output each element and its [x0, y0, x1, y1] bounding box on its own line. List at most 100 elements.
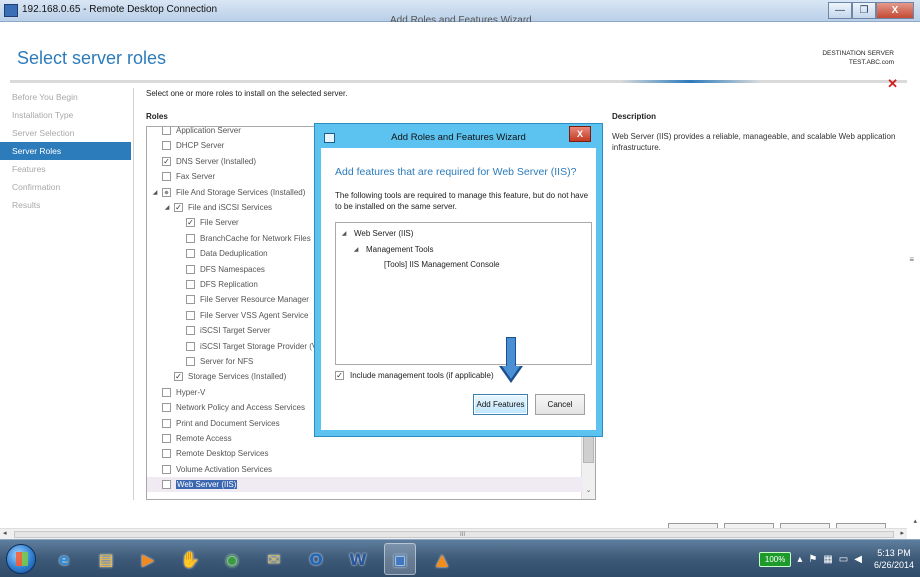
role-label: File and iSCSI Services — [188, 203, 273, 212]
remote-desktop-icon[interactable]: ▣ — [384, 543, 416, 575]
file-explorer-icon[interactable]: ▤ — [90, 543, 122, 575]
start-button[interactable] — [6, 544, 36, 574]
role-label: iSCSI Target Server — [200, 326, 271, 336]
role-checkbox[interactable] — [162, 172, 171, 182]
error-close-icon[interactable]: ✕ — [887, 76, 898, 92]
role-item[interactable]: Remote Desktop Services — [147, 446, 583, 461]
role-label: DFS Namespaces — [200, 264, 265, 274]
show-hidden-icons-icon[interactable]: ▴ — [797, 554, 802, 565]
role-checkbox[interactable] — [186, 233, 195, 243]
role-checkbox[interactable]: ✓ — [174, 372, 183, 382]
nav-item-server-roles[interactable]: Server Roles — [0, 142, 131, 160]
role-label: Print and Document Services — [176, 418, 280, 428]
role-checkbox[interactable] — [162, 387, 171, 397]
role-checkbox[interactable] — [162, 187, 171, 197]
role-label: Server for NFS — [200, 357, 254, 366]
chrome-icon[interactable]: ◉ — [216, 543, 248, 575]
role-checkbox[interactable] — [162, 418, 171, 428]
role-checkbox[interactable] — [186, 341, 195, 351]
role-checkbox[interactable] — [186, 357, 195, 366]
app-hand-icon[interactable]: ✋ — [174, 543, 206, 575]
nav-item-features[interactable]: Features — [0, 160, 131, 178]
outlook-icon[interactable]: O — [300, 543, 332, 575]
word-icon[interactable]: W — [342, 543, 374, 575]
role-checkbox[interactable] — [186, 280, 195, 289]
taskbar-apps: e ▤ ▶ ✋ ◉ ✉ O W ▣ ▲ — [48, 543, 458, 575]
role-checkbox[interactable] — [162, 480, 171, 490]
include-tools-checkbox[interactable]: ✓ — [335, 371, 344, 380]
role-item[interactable]: Web Server (IIS) — [147, 477, 583, 493]
required-features-tree[interactable]: ◢ Web Server (IIS) ◢ Management Tools [Tools… — [335, 222, 592, 365]
nav-item-before-you-begin[interactable]: Before You Begin — [0, 88, 131, 106]
network-icon[interactable]: ▦ — [823, 554, 832, 565]
description-heading: Description — [612, 112, 657, 121]
nav-item-results[interactable]: Results — [0, 196, 131, 214]
clock-time: 5:13 PM — [877, 548, 911, 558]
action-center-flag-icon[interactable]: ⚑ — [808, 554, 817, 565]
nav-item-confirmation[interactable]: Confirmation — [0, 178, 131, 196]
role-checkbox[interactable] — [186, 310, 195, 320]
taskbar: e ▤ ▶ ✋ ◉ ✉ O W ▣ ▲ 100% ▴ ⚑ ▦ ▭ ◀ 5:13 PM 6/26/2… — [0, 539, 920, 577]
media-player-icon[interactable]: ▶ — [132, 543, 164, 575]
battery-indicator[interactable]: 100% — [758, 551, 792, 567]
wizard-navigation: Before You Begin Installation Type Server … — [0, 88, 131, 214]
role-checkbox[interactable] — [162, 449, 171, 459]
role-checkbox[interactable] — [186, 249, 195, 259]
role-checkbox[interactable] — [162, 141, 171, 151]
role-checkbox[interactable] — [186, 326, 195, 336]
include-management-tools[interactable]: ✓ Include management tools (if applicabl… — [335, 371, 494, 380]
dialog-close-button[interactable]: X — [569, 126, 591, 142]
expand-arrow-icon[interactable]: ◢ — [151, 189, 159, 196]
horizontal-scrollbar[interactable]: ◂ III ▸ — [0, 528, 907, 539]
role-checkbox[interactable]: ✓ — [186, 218, 195, 228]
role-label: Application Server — [176, 126, 241, 135]
scroll-left-icon[interactable]: ◂ — [3, 529, 7, 537]
clock[interactable]: 5:13 PM 6/26/2014 — [874, 547, 914, 571]
window-controls: — ❐ X — [828, 2, 914, 19]
destination-server-info: DESTINATION SERVER TEST.ABC.com — [822, 49, 894, 67]
internet-explorer-icon[interactable]: e — [48, 543, 80, 575]
feature-label: Management Tools — [366, 244, 434, 254]
role-label: Remote Access — [176, 434, 232, 443]
role-checkbox[interactable] — [162, 464, 171, 474]
nav-item-installation-type[interactable]: Installation Type — [0, 106, 131, 124]
role-checkbox[interactable]: ✓ — [174, 203, 183, 212]
role-label: File Server — [200, 218, 239, 228]
scroll-up-icon[interactable]: ▴ — [913, 517, 917, 525]
role-label: Data Deduplication — [200, 249, 268, 259]
role-checkbox[interactable] — [186, 295, 195, 305]
role-label: Hyper-V — [176, 387, 206, 397]
role-label: File Server Resource Manager — [200, 295, 309, 305]
role-item[interactable]: Volume Activation Services — [147, 462, 583, 477]
scroll-right-icon[interactable]: ▸ — [900, 529, 904, 537]
cancel-button[interactable]: Cancel — [535, 394, 585, 415]
display-icon[interactable]: ▭ — [839, 554, 848, 565]
horizontal-scroll-thumb[interactable]: III — [14, 531, 894, 538]
role-label: File And Storage Services (Installed) — [176, 187, 306, 197]
scroll-down-icon[interactable]: ⌄ — [583, 486, 594, 497]
windows-logo-icon — [16, 552, 28, 566]
role-checkbox[interactable] — [162, 403, 171, 413]
mail-icon[interactable]: ✉ — [258, 543, 290, 575]
expand-arrow-icon[interactable]: ◢ — [352, 246, 360, 253]
roles-scroll-thumb[interactable] — [583, 433, 594, 463]
scroll-grip: III — [460, 532, 466, 538]
volume-icon[interactable]: ◀ — [854, 554, 862, 565]
close-window-button[interactable]: X — [876, 2, 914, 19]
add-features-button[interactable]: Add Features — [473, 394, 528, 415]
role-checkbox[interactable]: ✓ — [162, 156, 171, 166]
minimize-button[interactable]: — — [828, 2, 852, 19]
dialog-title-bar[interactable]: Add Roles and Features Wizard X — [321, 126, 596, 148]
annotation-arrow-shaft — [506, 337, 516, 367]
nav-item-server-selection[interactable]: Server Selection — [0, 124, 131, 142]
rdp-title-bar[interactable]: 192.168.0.65 - Remote Desktop Connection… — [0, 0, 920, 22]
role-checkbox[interactable] — [186, 264, 195, 274]
expand-arrow-icon[interactable]: ◢ — [340, 230, 348, 237]
rdp-window-title: 192.168.0.65 - Remote Desktop Connection — [22, 4, 218, 15]
restore-button[interactable]: ❐ — [852, 2, 876, 19]
role-checkbox[interactable] — [162, 127, 171, 135]
expand-arrow-icon[interactable]: ◢ — [163, 204, 171, 211]
vlc-icon[interactable]: ▲ — [426, 543, 458, 575]
role-label: iSCSI Target Storage Provider (VD — [200, 341, 324, 351]
role-checkbox[interactable] — [162, 434, 171, 443]
